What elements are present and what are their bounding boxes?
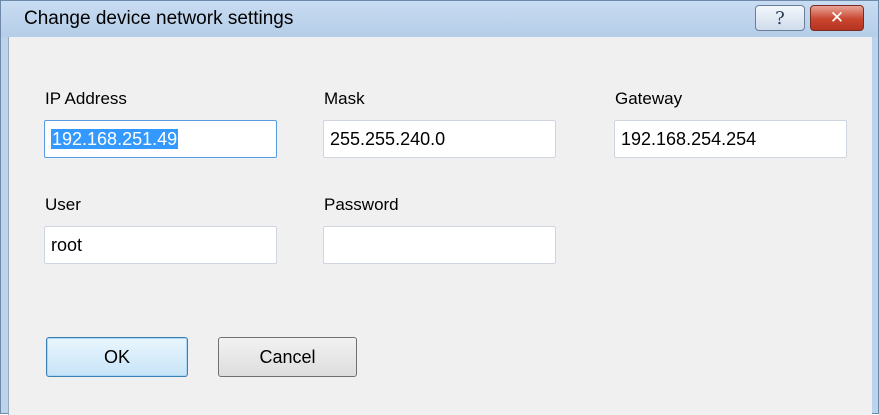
- close-icon: ✕: [829, 8, 845, 28]
- password-input[interactable]: [323, 226, 556, 264]
- mask-value: 255.255.240.0: [330, 129, 446, 149]
- password-label: Password: [324, 195, 399, 214]
- gateway-label: Gateway: [615, 89, 683, 108]
- user-label: User: [45, 195, 81, 214]
- close-button[interactable]: ✕: [810, 5, 864, 31]
- help-button[interactable]: ?: [755, 5, 805, 31]
- mask-input[interactable]: 255.255.240.0: [323, 120, 556, 158]
- ip-address-label: IP Address: [45, 89, 127, 108]
- user-input[interactable]: root: [44, 226, 277, 264]
- dialog-title: Change device network settings: [24, 8, 294, 29]
- help-icon: ?: [775, 7, 785, 29]
- ip-address-input[interactable]: 192.168.251.49: [44, 120, 277, 158]
- cancel-button[interactable]: Cancel: [218, 337, 357, 377]
- title-bar[interactable]: Change device network settings ? ✕: [1, 1, 878, 37]
- mask-label: Mask: [324, 89, 365, 108]
- gateway-value: 192.168.254.254: [621, 129, 757, 149]
- dialog-window: Change device network settings ? ✕ IP Ad…: [0, 0, 879, 415]
- user-value: root: [51, 235, 83, 255]
- ip-address-value: 192.168.251.49: [51, 129, 179, 149]
- dialog-body: IP Address 192.168.251.49 Mask 255.255.2…: [8, 37, 872, 415]
- ok-button[interactable]: OK: [46, 337, 188, 377]
- gateway-input[interactable]: 192.168.254.254: [614, 120, 847, 158]
